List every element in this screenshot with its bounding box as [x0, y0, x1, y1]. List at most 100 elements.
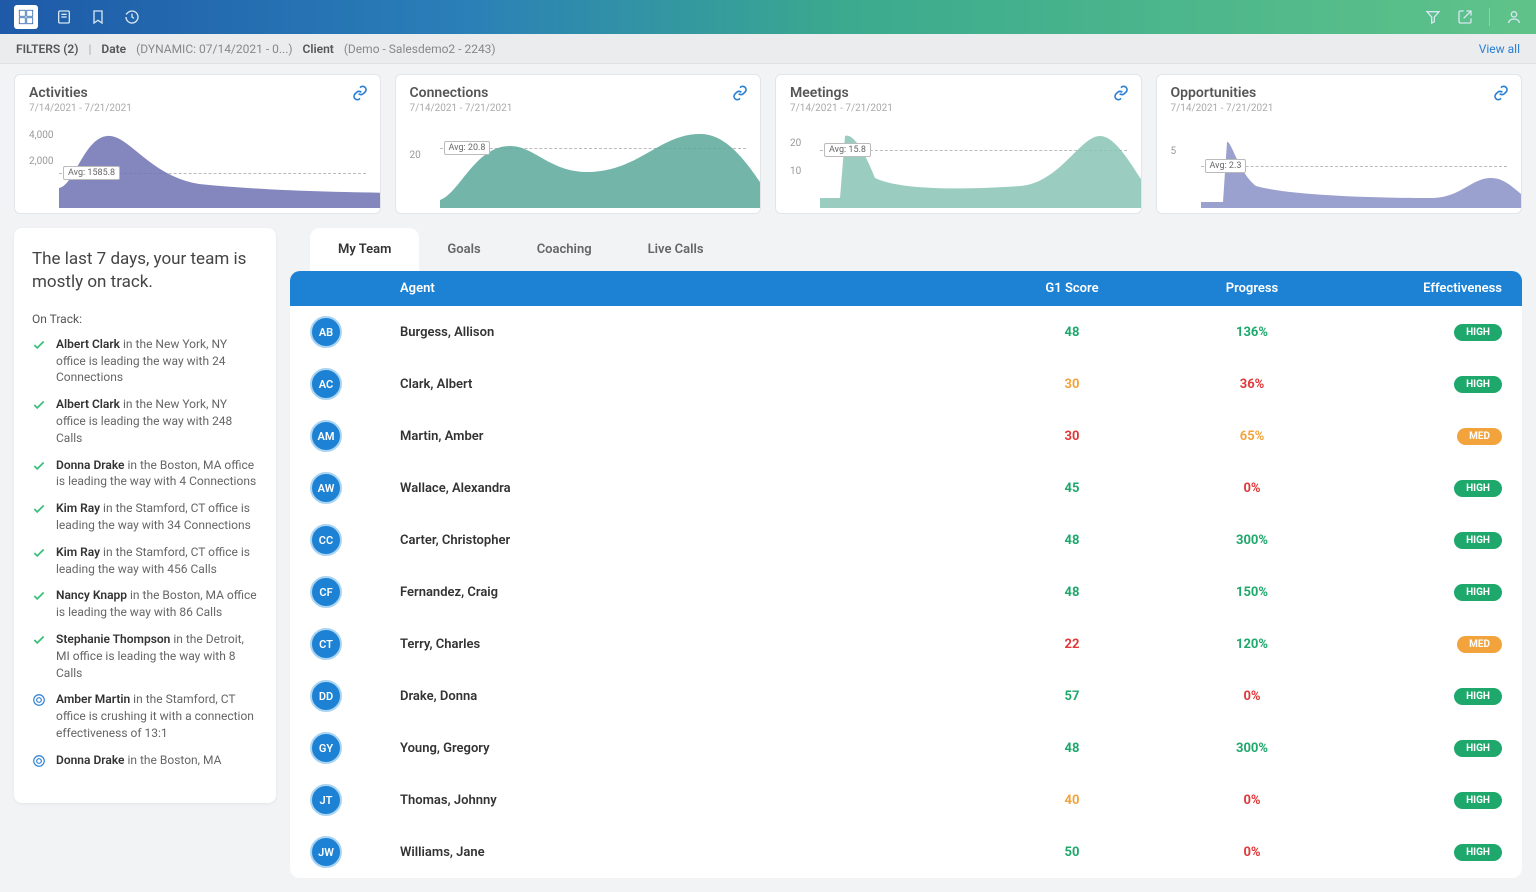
g1-score: 40: [982, 793, 1162, 808]
progress-value: 120%: [1162, 637, 1342, 652]
table-row[interactable]: JT Thomas, Johnny 40 0% HIGH: [290, 774, 1522, 826]
progress-value: 300%: [1162, 741, 1342, 756]
agent-name: Drake, Donna: [400, 689, 982, 704]
summary-item: Donna Drake in the Boston, MA: [32, 752, 258, 773]
filter-date-label: Date: [101, 42, 126, 56]
tab-live calls[interactable]: Live Calls: [620, 228, 732, 271]
progress-value: 0%: [1162, 845, 1342, 860]
check-icon: [32, 398, 48, 446]
summary-item: Nancy Knapp in the Boston, MA office is …: [32, 587, 258, 621]
kpi-range: 7/14/2021 - 7/21/2021: [1171, 103, 1508, 114]
user-icon[interactable]: [1506, 9, 1522, 25]
filter-client-label: Client: [303, 42, 334, 56]
table-row[interactable]: AC Clark, Albert 30 36% HIGH: [290, 358, 1522, 410]
filters-count[interactable]: FILTERS (2): [16, 42, 78, 56]
effectiveness-badge: MED: [1457, 428, 1502, 445]
summary-item: Kim Ray in the Stamford, CT office is le…: [32, 500, 258, 534]
agent-name: Carter, Christopher: [400, 533, 982, 548]
agent-name: Burgess, Allison: [400, 325, 982, 340]
tab-goals[interactable]: Goals: [419, 228, 508, 271]
progress-value: 136%: [1162, 325, 1342, 340]
progress-value: 65%: [1162, 429, 1342, 444]
summary-panel: The last 7 days, your team is mostly on …: [14, 228, 276, 803]
kpi-title: Opportunities: [1171, 85, 1508, 101]
g1-score: 30: [982, 429, 1162, 444]
agent-name: Wallace, Alexandra: [400, 481, 982, 496]
table-row[interactable]: JW Williams, Jane 50 0% HIGH: [290, 826, 1522, 878]
filter-date-value[interactable]: (DYNAMIC: 07/14/2021 - 0...): [136, 42, 292, 56]
kpi-card-activities[interactable]: Activities 7/14/2021 - 7/21/2021 4,0002,…: [14, 74, 381, 214]
avatar: JW: [310, 836, 342, 868]
table-row[interactable]: AM Martin, Amber 30 65% MED: [290, 410, 1522, 462]
table-header: Agent G1 Score Progress Effectiveness: [290, 271, 1522, 306]
avatar: CF: [310, 576, 342, 608]
table-row[interactable]: DD Drake, Donna 57 0% HIGH: [290, 670, 1522, 722]
kpi-range: 7/14/2021 - 7/21/2021: [790, 103, 1127, 114]
view-all-link[interactable]: View all: [1479, 42, 1520, 56]
avg-label: Avg: 1585.8: [63, 166, 120, 180]
th-progress[interactable]: Progress: [1162, 281, 1342, 296]
kpi-range: 7/14/2021 - 7/21/2021: [410, 103, 747, 114]
agent-name: Williams, Jane: [400, 845, 982, 860]
table-row[interactable]: AB Burgess, Allison 48 136% HIGH: [290, 306, 1522, 358]
effectiveness-badge: HIGH: [1454, 532, 1502, 549]
avatar: AB: [310, 316, 342, 348]
link-icon[interactable]: [352, 85, 368, 105]
avg-label: Avg: 20.8: [444, 141, 491, 155]
filter-bar: FILTERS (2) | Date (DYNAMIC: 07/14/2021 …: [0, 34, 1536, 64]
table-row[interactable]: CF Fernandez, Craig 48 150% HIGH: [290, 566, 1522, 618]
kpi-title: Connections: [410, 85, 747, 101]
link-icon[interactable]: [1493, 85, 1509, 105]
progress-value: 0%: [1162, 689, 1342, 704]
table-row[interactable]: AW Wallace, Alexandra 45 0% HIGH: [290, 462, 1522, 514]
effectiveness-badge: HIGH: [1454, 376, 1502, 393]
table-row[interactable]: CC Carter, Christopher 48 300% HIGH: [290, 514, 1522, 566]
link-icon[interactable]: [732, 85, 748, 105]
tabs-row: My TeamGoalsCoachingLive Calls: [310, 228, 1522, 271]
g1-score: 50: [982, 845, 1162, 860]
check-icon: [32, 546, 48, 578]
area-chart: [1201, 128, 1523, 208]
kpi-card-connections[interactable]: Connections 7/14/2021 - 7/21/2021 20 Avg…: [395, 74, 762, 214]
area-chart: [820, 128, 1142, 208]
kpi-range: 7/14/2021 - 7/21/2021: [29, 103, 366, 114]
filter-client-value[interactable]: (Demo - Salesdemo2 - 2243): [344, 42, 496, 56]
g1-score: 48: [982, 741, 1162, 756]
avatar: AM: [310, 420, 342, 452]
app-logo[interactable]: [14, 5, 38, 29]
effectiveness-badge: HIGH: [1454, 480, 1502, 497]
agent-name: Young, Gregory: [400, 741, 982, 756]
export-icon[interactable]: [1457, 9, 1473, 25]
avatar: CC: [310, 524, 342, 556]
summary-item: Amber Martin in the Stamford, CT office …: [32, 691, 258, 741]
agent-name: Martin, Amber: [400, 429, 982, 444]
effectiveness-badge: HIGH: [1454, 792, 1502, 809]
th-agent[interactable]: Agent: [400, 281, 982, 296]
effectiveness-badge: MED: [1457, 636, 1502, 653]
summary-title: The last 7 days, your team is mostly on …: [32, 248, 258, 294]
link-icon[interactable]: [1113, 85, 1129, 105]
topbar: [0, 0, 1536, 34]
tab-my team[interactable]: My Team: [310, 228, 419, 271]
notes-icon[interactable]: [56, 9, 72, 25]
kpi-card-meetings[interactable]: Meetings 7/14/2021 - 7/21/2021 2010 Avg:…: [775, 74, 1142, 214]
bookmark-icon[interactable]: [90, 9, 106, 25]
summary-section-label: On Track:: [32, 312, 258, 326]
history-icon[interactable]: [124, 9, 140, 25]
table-body: AB Burgess, Allison 48 136% HIGH AC Clar…: [290, 306, 1522, 878]
effectiveness-badge: HIGH: [1454, 584, 1502, 601]
g1-score: 45: [982, 481, 1162, 496]
th-score[interactable]: G1 Score: [982, 281, 1162, 296]
agent-name: Fernandez, Craig: [400, 585, 982, 600]
table-row[interactable]: CT Terry, Charles 22 120% MED: [290, 618, 1522, 670]
effectiveness-badge: HIGH: [1454, 740, 1502, 757]
topbar-separator: [1489, 8, 1490, 26]
tab-coaching[interactable]: Coaching: [509, 228, 620, 271]
avatar: AW: [310, 472, 342, 504]
filter-icon[interactable]: [1425, 9, 1441, 25]
table-row[interactable]: GY Young, Gregory 48 300% HIGH: [290, 722, 1522, 774]
th-effectiveness[interactable]: Effectiveness: [1342, 281, 1502, 296]
kpi-card-opportunities[interactable]: Opportunities 7/14/2021 - 7/21/2021 5 Av…: [1156, 74, 1523, 214]
g1-score: 57: [982, 689, 1162, 704]
g1-score: 48: [982, 585, 1162, 600]
